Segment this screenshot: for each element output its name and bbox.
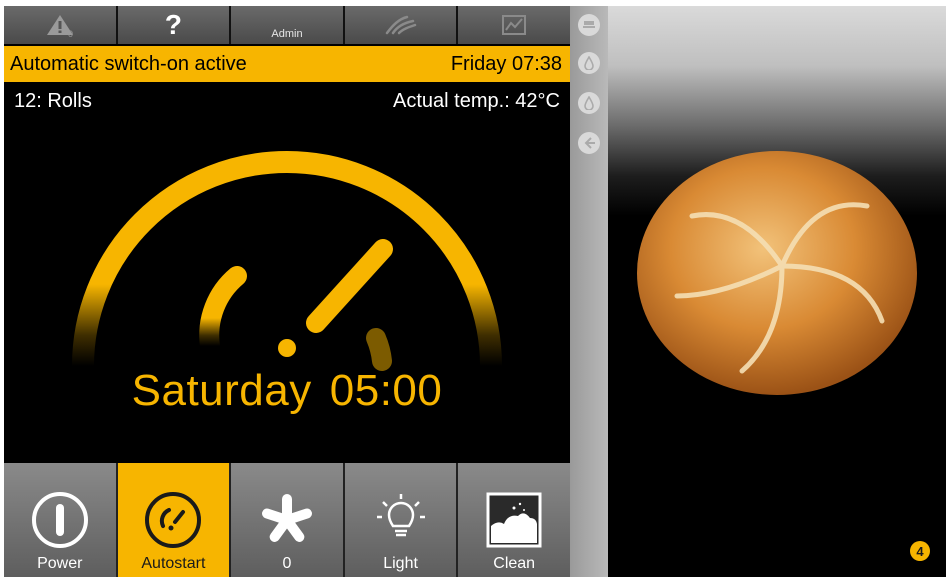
chart-button[interactable] (458, 6, 570, 44)
power-icon (31, 492, 88, 548)
tray-icon[interactable] (578, 14, 600, 36)
light-label: Light (383, 555, 418, 572)
dial-hand (306, 239, 393, 333)
page: 0 ? Admin Automatic switch-on active Fri… (0, 0, 946, 577)
bottom-toolbar: Power Autostart 0 Light Clean (4, 463, 570, 577)
autostart-label: Autostart (141, 555, 206, 572)
clean-icon (486, 492, 542, 548)
admin-button[interactable]: Admin (231, 6, 343, 44)
hand-icon (385, 15, 416, 35)
light-bulb-icon (376, 494, 425, 537)
clean-label: Clean (493, 555, 536, 572)
figure-number-badge: 4 (910, 541, 930, 561)
arrow-left-icon[interactable] (578, 132, 600, 154)
admin-label: Admin (271, 28, 303, 40)
scheduled-start: Saturday 05:00 (4, 366, 570, 416)
hand-button[interactable] (344, 6, 457, 44)
fan-level: 0 (282, 555, 292, 572)
clean-button[interactable]: Clean (458, 463, 570, 577)
fan-button[interactable]: 0 (231, 463, 343, 577)
side-icon-strip (570, 6, 608, 577)
help-icon: ? (164, 9, 182, 40)
scheduled-time: 05:00 (329, 366, 443, 415)
light-button[interactable]: Light (344, 463, 457, 577)
chart-icon (502, 15, 527, 35)
status-bar: Automatic switch-on active Friday 07:38 (4, 46, 570, 82)
inner-arc (199, 266, 247, 356)
drop-icon[interactable] (578, 92, 600, 114)
power-label: Power (37, 555, 83, 572)
actual-temperature: Actual temp.: 42°C (393, 89, 560, 112)
product-panel: 4 (608, 6, 946, 577)
drop-icon[interactable] (578, 52, 600, 74)
autostart-button[interactable]: Autostart (117, 463, 230, 577)
bread-roll-image (637, 151, 917, 395)
outer-arc (72, 151, 502, 377)
scheduled-day: Saturday (131, 366, 312, 415)
inner-arc-right (366, 328, 392, 371)
warning-button[interactable]: 0 (4, 6, 116, 44)
program-info: 12: Rolls Actual temp.: 42°C (4, 86, 570, 116)
autostart-icon (145, 492, 202, 548)
program-name: 12: Rolls (14, 89, 92, 112)
help-button[interactable]: ? (117, 6, 230, 44)
status-clock: Friday 07:38 (450, 52, 562, 75)
warning-count: 0 (68, 29, 74, 39)
fan-icon (262, 494, 312, 542)
dial-dot (278, 339, 296, 357)
power-button[interactable]: Power (4, 463, 116, 577)
top-toolbar: 0 ? Admin (4, 6, 570, 44)
status-message: Automatic switch-on active (10, 52, 247, 75)
oven-control-screen: 0 ? Admin Automatic switch-on active Fri… (4, 6, 570, 577)
